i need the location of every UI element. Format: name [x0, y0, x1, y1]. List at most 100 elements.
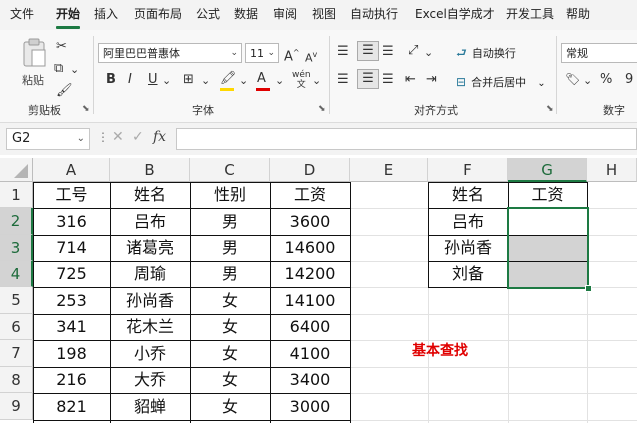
cell-b8[interactable]: 大乔 [110, 367, 190, 393]
menu-excel-self-study[interactable]: Excel自学成才 [415, 0, 495, 30]
underline-button[interactable]: U [148, 71, 158, 89]
font-color-dropdown-icon[interactable]: ⌄ [275, 72, 284, 90]
column-header-d[interactable]: D [270, 158, 350, 182]
number-format-select[interactable]: 常规 [561, 43, 637, 63]
row-header-2[interactable]: 2 [0, 208, 33, 235]
cell-c2[interactable]: 男 [190, 208, 270, 235]
cell-d1[interactable]: 工资 [270, 182, 350, 208]
comma-style-button[interactable]: 9 [625, 71, 633, 89]
align-top-icon[interactable]: ☰ [337, 43, 349, 61]
cell-d3[interactable]: 14600 [270, 235, 350, 261]
cell-f1[interactable]: 姓名 [428, 182, 508, 208]
cell-b2[interactable]: 吕布 [110, 208, 190, 235]
cell-g2[interactable] [508, 208, 587, 235]
cell-b9[interactable]: 貂蝉 [110, 393, 190, 420]
merge-dropdown-icon[interactable]: ⌄ [537, 78, 545, 89]
column-header-c[interactable]: C [190, 158, 270, 182]
cell-c9[interactable]: 女 [190, 393, 270, 420]
borders-icon[interactable]: ⊞ [183, 71, 194, 89]
cell-f3[interactable]: 孙尚香 [428, 235, 508, 261]
fill-color-icon[interactable]: 🖍 [220, 70, 237, 88]
cell-b1[interactable]: 姓名 [110, 182, 190, 208]
row-header-9[interactable]: 9 [0, 393, 33, 420]
formula-input[interactable] [176, 128, 637, 150]
cell-c4[interactable]: 男 [190, 261, 270, 287]
cell-g1[interactable]: 工资 [508, 182, 587, 208]
column-header-h[interactable]: H [587, 158, 637, 182]
column-header-a[interactable]: A [33, 158, 110, 182]
alignment-launcher-icon[interactable]: ⬊ [546, 104, 554, 114]
align-bottom-icon[interactable]: ☰ [382, 43, 394, 61]
cell-d6[interactable]: 6400 [270, 314, 350, 340]
menu-formulas[interactable]: 公式 [196, 0, 220, 30]
merge-center-button[interactable]: ⊟ 合并后居中 ⌄ [456, 71, 546, 91]
menu-view[interactable]: 视图 [312, 0, 336, 30]
cell-c3[interactable]: 男 [190, 235, 270, 261]
align-middle-icon[interactable]: ☰ [357, 41, 379, 61]
copy-dropdown-icon[interactable]: ⌄ [70, 61, 79, 79]
cell-b3[interactable]: 诸葛亮 [110, 235, 190, 261]
wrap-text-button[interactable]: ⮐ 自动换行 [456, 42, 516, 62]
cell-a7[interactable]: 198 [33, 340, 110, 367]
increase-indent-icon[interactable]: ⇥ [426, 71, 437, 89]
cell-d9[interactable]: 3000 [270, 393, 350, 420]
font-size-select[interactable]: 11 ⌄ [245, 43, 279, 63]
cancel-icon[interactable]: ✕ [112, 129, 124, 145]
currency-icon[interactable]: 🏷 [565, 70, 580, 88]
cell-d4[interactable]: 14200 [270, 261, 350, 287]
row-header-6[interactable]: 6 [0, 314, 33, 340]
cell-a2[interactable]: 316 [33, 208, 110, 235]
menu-insert[interactable]: 插入 [94, 0, 118, 30]
fill-dropdown-icon[interactable]: ⌄ [239, 72, 248, 90]
cell-c1[interactable]: 性别 [190, 182, 270, 208]
orientation-dropdown-icon[interactable]: ⌄ [424, 44, 433, 62]
bold-button[interactable]: B [106, 71, 116, 89]
row-header-4[interactable]: 4 [0, 261, 33, 287]
name-box[interactable]: G2 ⌄ [6, 128, 90, 150]
column-header-e[interactable]: E [350, 158, 428, 182]
column-header-b[interactable]: B [110, 158, 190, 182]
column-header-f[interactable]: F [428, 158, 508, 182]
menu-data[interactable]: 数据 [234, 0, 258, 30]
cell-f4[interactable]: 刘备 [428, 261, 508, 287]
cell-c7[interactable]: 女 [190, 340, 270, 367]
cell-a4[interactable]: 725 [33, 261, 110, 287]
cell-a1[interactable]: 工号 [33, 182, 110, 208]
row-header-3[interactable]: 3 [0, 235, 33, 261]
phonetic-dropdown-icon[interactable]: ⌄ [312, 72, 321, 90]
cell-g3[interactable] [508, 235, 587, 261]
row-header-1[interactable]: 1 [0, 182, 33, 208]
percent-button[interactable]: % [600, 71, 612, 89]
decrease-indent-icon[interactable]: ⇤ [405, 71, 416, 89]
cell-a9[interactable]: 821 [33, 393, 110, 420]
cell-a6[interactable]: 341 [33, 314, 110, 340]
cell-c5[interactable]: 女 [190, 287, 270, 314]
borders-dropdown-icon[interactable]: ⌄ [201, 72, 210, 90]
cell-b7[interactable]: 小乔 [110, 340, 190, 367]
menu-review[interactable]: 审阅 [273, 0, 297, 30]
orientation-icon[interactable]: ⤢ [408, 42, 418, 60]
format-painter-icon[interactable]: 🖌 [56, 82, 73, 100]
cut-icon[interactable]: ✂ [56, 38, 67, 56]
cell-f2[interactable]: 吕布 [428, 208, 508, 235]
cell-a8[interactable]: 216 [33, 367, 110, 393]
font-name-select[interactable]: 阿里巴巴普惠体 ⌄ [98, 43, 242, 63]
column-header-g[interactable]: G [508, 158, 587, 182]
menu-help[interactable]: 帮助 [566, 0, 590, 30]
cell-a5[interactable]: 253 [33, 287, 110, 314]
italic-button[interactable]: I [128, 71, 132, 89]
cell-d8[interactable]: 3400 [270, 367, 350, 393]
phonetic-guide-button[interactable]: wén 文 [292, 70, 311, 90]
cell-c6[interactable]: 女 [190, 314, 270, 340]
align-center-icon[interactable]: ☰ [357, 69, 379, 89]
cell-g4[interactable] [508, 261, 587, 287]
cell-b5[interactable]: 孙尚香 [110, 287, 190, 314]
cell-d2[interactable]: 3600 [270, 208, 350, 235]
cell-d7[interactable]: 4100 [270, 340, 350, 367]
underline-dropdown-icon[interactable]: ⌄ [162, 72, 171, 90]
copy-icon[interactable]: ⧉ [54, 60, 63, 78]
insert-function-button[interactable]: fx [153, 129, 166, 145]
cell-b6[interactable]: 花木兰 [110, 314, 190, 340]
font-color-icon[interactable]: A [257, 70, 266, 88]
menu-automate[interactable]: 自动执行 [350, 0, 398, 30]
